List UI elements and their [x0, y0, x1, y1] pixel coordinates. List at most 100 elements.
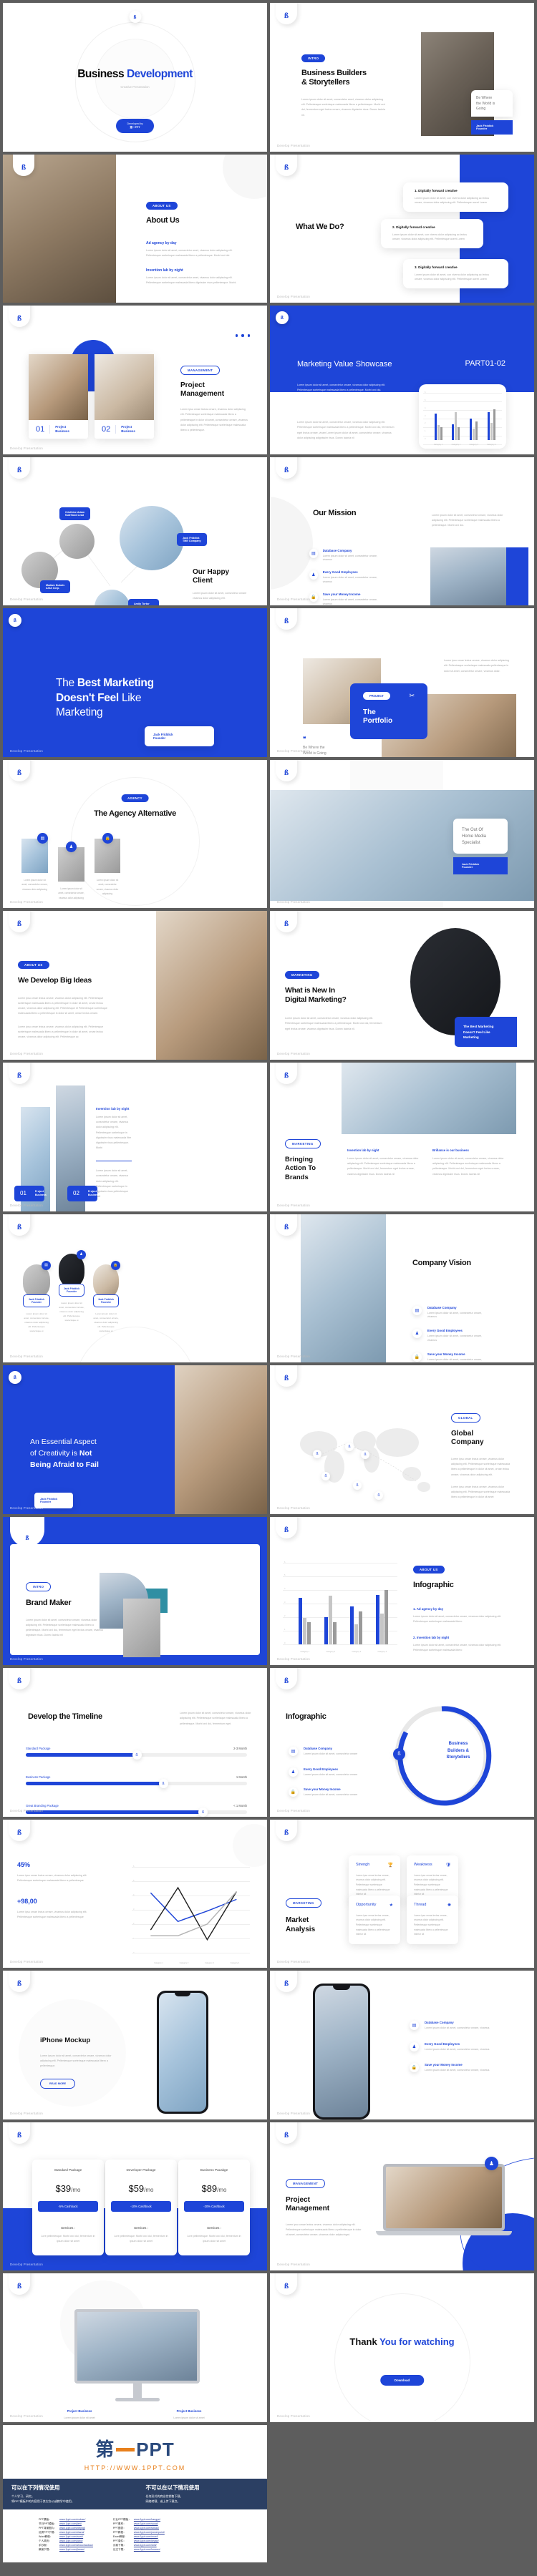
slide-iphone-mockup[interactable]: ß iPhone Mockup Lorem ipsum dolor sit am… — [3, 1971, 267, 2119]
vision-item[interactable]: ▤ Database Company Lorem ipsum dolor sit… — [412, 1305, 491, 1319]
slide-stats-line[interactable]: ß 45% Lorem ipsu ornae lectus ornare, vi… — [3, 1819, 267, 1968]
developed-by-button[interactable]: Developed by 第一PPT — [115, 118, 155, 133]
pricing-card[interactable]: Business Pacakge $89/mo -20% Cashback Se… — [178, 2159, 250, 2256]
pricing-card[interactable]: Developer Package $59/mo -10% Cashback S… — [105, 2159, 177, 2256]
slide-digital-marketing[interactable]: ß MARKETING What is New In Digital Marke… — [270, 911, 534, 1060]
timeline-row[interactable]: Great Branding Package < 1 Month ß — [26, 1804, 247, 1817]
mission-item[interactable]: ▤ Database Company Lorem ipsum dolor sit… — [309, 548, 381, 562]
portfolio-card[interactable]: PROJECT ✂ The Portfolio — [350, 683, 427, 740]
quote-card: The Out Of Home Media Specialist — [453, 818, 508, 854]
bar-chart: 6543210 Category 1 Category 2 Category 3… — [423, 390, 502, 446]
client-tag[interactable]: Cristhine Adam Nutrifood Lead — [59, 507, 91, 520]
progress-handle[interactable]: ß — [198, 1807, 208, 1817]
map-pin-icon[interactable]: ß — [345, 1443, 354, 1452]
member-name-card[interactable]: Jack Friddick Founder — [23, 1294, 50, 1307]
mission-item[interactable]: 🔒 Save your Money Income Lorem ipsum dol… — [309, 592, 381, 605]
slide-best-marketing[interactable]: ß The Best Marketing Doesn't Feel Like M… — [3, 608, 267, 757]
vision-item[interactable]: ♟ Every Good Employees Lorem ipsum dolor… — [412, 1329, 491, 1342]
tile-01[interactable]: 01 Project Business — [14, 1185, 47, 1201]
slide-out-of-home[interactable]: ß The Out Of Home Media Specialist Jack … — [270, 759, 534, 909]
tile-number: 01 — [20, 1190, 26, 1197]
slide-creativity[interactable]: ß An Essential Aspect of Creativity is N… — [3, 1365, 267, 1514]
slide-infographic-donut[interactable]: ß Infographic ▤ Database Company Lorem i… — [270, 1668, 534, 1817]
team-image — [156, 911, 267, 1060]
denied-title: 不可以在以下情况使用 — [145, 2484, 200, 2491]
slide-pricing[interactable]: ß Standard Package $39/mo -5% Cashback S… — [3, 2122, 267, 2271]
logo-badge: ß — [9, 2122, 30, 2144]
pricing-card[interactable]: Standard Package $39/mo -5% Cashback Ser… — [32, 2159, 104, 2256]
slide-the-portfolio[interactable]: ß Lorem ipsu ornae lectus ornare, vivamu… — [270, 608, 534, 757]
title-part-d: Like — [118, 691, 142, 704]
feature-item[interactable]: ♟ Every Good Employees Lorem ipsum dolor… — [410, 2041, 499, 2051]
logo-badge: ß — [9, 1971, 30, 1993]
feature-item[interactable]: ▤ Database Company Lorem ipsum dolor sit… — [410, 2021, 499, 2031]
vision-item[interactable]: 🔒 Save your Money Income Lorem ipsum dol… — [412, 1352, 491, 1362]
plan-name: Developer Package — [126, 2167, 156, 2172]
swot-card[interactable]: Thread ✺ Lorem ipsu ornae lectus ornare,… — [407, 1895, 458, 1944]
progress-handle[interactable]: ß — [158, 1779, 168, 1789]
logo-badge: ß — [9, 1214, 30, 1236]
mission-item[interactable]: ♟ Every Good Employees Lorem ipsum dolor… — [309, 570, 381, 584]
slide-our-mission[interactable]: ß Our Mission Lorem ipsum dolor sit amet… — [270, 457, 534, 606]
slide-infographic-bars[interactable]: ß 6543210 Category 1 Category 2 Category… — [270, 1516, 534, 1666]
slide-iphone-features[interactable]: ß ▤ Database Company Lorem ipsum dolor s… — [270, 1971, 534, 2119]
map-pin-icon[interactable]: ß — [361, 1450, 369, 1460]
map-pin-icon[interactable]: ß — [374, 1491, 383, 1501]
map-pin-icon[interactable]: ß — [321, 1472, 330, 1481]
slide-body: Lorem ipsum dolor sit amet, consectetur … — [180, 1712, 251, 1725]
read-more-button[interactable]: READ MORE — [40, 2079, 76, 2089]
map-pin-icon[interactable]: ß — [313, 1450, 321, 1459]
slide-agency-alternative[interactable]: ß AGENCY The Agency Alternative ▤ Lorem … — [3, 759, 267, 909]
dots-menu[interactable] — [235, 334, 250, 337]
info-item[interactable]: ♟ Every Good Employees Lorem ipsum dolor… — [289, 1767, 374, 1777]
download-button[interactable]: Download — [379, 2374, 425, 2386]
slide-bringing-action[interactable]: ß MARKETING Bringing Action To Brands In… — [270, 1062, 534, 1211]
desktop-item[interactable]: Project Business Lorem ipsum dolor sit a… — [47, 2409, 112, 2421]
slide-what-we-do[interactable]: ß What We Do? 1. Digitally forward creat… — [270, 154, 534, 303]
slide-invention-lab[interactable]: ß Invention lab by night Lorem ipsum dol… — [3, 1062, 267, 1211]
x-axis-labels: Category 1 Category 2 Category 3 Categor… — [146, 1962, 248, 1964]
slide-big-ideas[interactable]: ß ABOUT US We Develop Big Ideas Lorem ip… — [3, 911, 267, 1060]
slide-title[interactable]: ß Business Development Creative Presenta… — [3, 3, 267, 152]
client-tag[interactable]: Jack Friddick TME Company — [177, 532, 207, 546]
slide-timeline[interactable]: ß Develop the Timeline Lorem ipsum dolor… — [3, 1668, 267, 1817]
slide-intro[interactable]: ß INTRO Business Builders & Storytellers… — [270, 3, 534, 152]
slide-team-circles[interactable]: ß ▤ Jack Friddick Founder Lorem ipsum do… — [3, 1214, 267, 1363]
tile-01[interactable]: 01 Project Business — [29, 354, 88, 439]
link-url[interactable]: www.1ppt.com/jiaoan/ — [59, 2548, 96, 2552]
slide-brand-maker[interactable]: ß INTRO Brand Maker Lorem ipsum dolor si… — [3, 1516, 267, 1666]
desktop-item[interactable]: Project Business Lorem ipsum dolor sit a… — [157, 2409, 221, 2421]
slide-footer: Develop Presentation — [277, 900, 311, 904]
services-label: Services : — [134, 2225, 148, 2230]
feature-item[interactable]: 🔒 Save your Money Income Lorem ipsum dol… — [410, 2063, 499, 2073]
link-url[interactable]: www.1ppt.com/lunwen/ — [134, 2548, 168, 2552]
logo-mark: ß — [14, 1375, 16, 1381]
slide-project-management[interactable]: ß 01 Project Business 02 Project Busines… — [3, 306, 267, 454]
slide-thank-you[interactable]: ß Thank You for watching Download Develo… — [270, 2273, 534, 2422]
slide-market-analysis[interactable]: ß MARKETING Market Analysis Strengh 🏆 Lo… — [270, 1819, 534, 1968]
client-tag[interactable]: Amily Tortor Brand Manager — [128, 598, 159, 606]
tile-02[interactable]: 02 Project Business — [67, 1185, 100, 1201]
swot-card[interactable]: Opportunity ★ Lorem ipsu ornae lectus or… — [349, 1895, 400, 1944]
slide-desktop-mockup[interactable]: ß Project Business Lorem ipsum dolor sit… — [3, 2273, 267, 2422]
cashback-badge: -5% Cashback — [38, 2200, 98, 2212]
slide-global-company[interactable]: ß ß ß ß ß ß ß GLOBAL Global Company Lore… — [270, 1365, 534, 1514]
progress-handle[interactable]: ß — [132, 1750, 142, 1760]
tile-02[interactable]: 02 Project Business — [95, 354, 154, 439]
member-name-card[interactable]: Jack Friddick Founder — [93, 1294, 119, 1307]
slide-project-mgmt-laptop[interactable]: ß MANAGEMENT Project Management Lorem ip… — [270, 2122, 534, 2271]
timeline-row[interactable]: Standard Package 2-3 Month ß — [26, 1747, 247, 1760]
info-item[interactable]: ▤ Database Company Lorem ipsum dolor sit… — [289, 1747, 374, 1757]
slide-marketing-value[interactable]: ß Marketing Value Showcase PART01-02 Lor… — [270, 306, 534, 454]
client-tag[interactable]: Madam Dubois AXIA Corp. — [40, 580, 71, 593]
slide-footer: Develop Presentation — [10, 1203, 44, 1207]
member-name-card[interactable]: Jack Friddick Founder — [59, 1283, 84, 1297]
timeline-row[interactable]: Business Package 1 Month ß — [26, 1775, 247, 1789]
slide-company-vision[interactable]: ß Company Vision ▤ Database Company Lore… — [270, 1214, 534, 1363]
map-pin-icon[interactable]: ß — [353, 1481, 362, 1491]
plan-name: Standard Package — [54, 2167, 82, 2172]
info-item[interactable]: 🔒 Save your Money Income Lorem ipsum dol… — [289, 1787, 374, 1797]
slide-about-us[interactable]: ß ABOUT US About Us Ad agency by day Lor… — [3, 154, 267, 303]
item-head: 1. Ad agency by day — [413, 1606, 444, 1611]
slide-happy-client[interactable]: ß Cristhine Adam Nutrifood Lead Jack Fri… — [3, 457, 267, 606]
